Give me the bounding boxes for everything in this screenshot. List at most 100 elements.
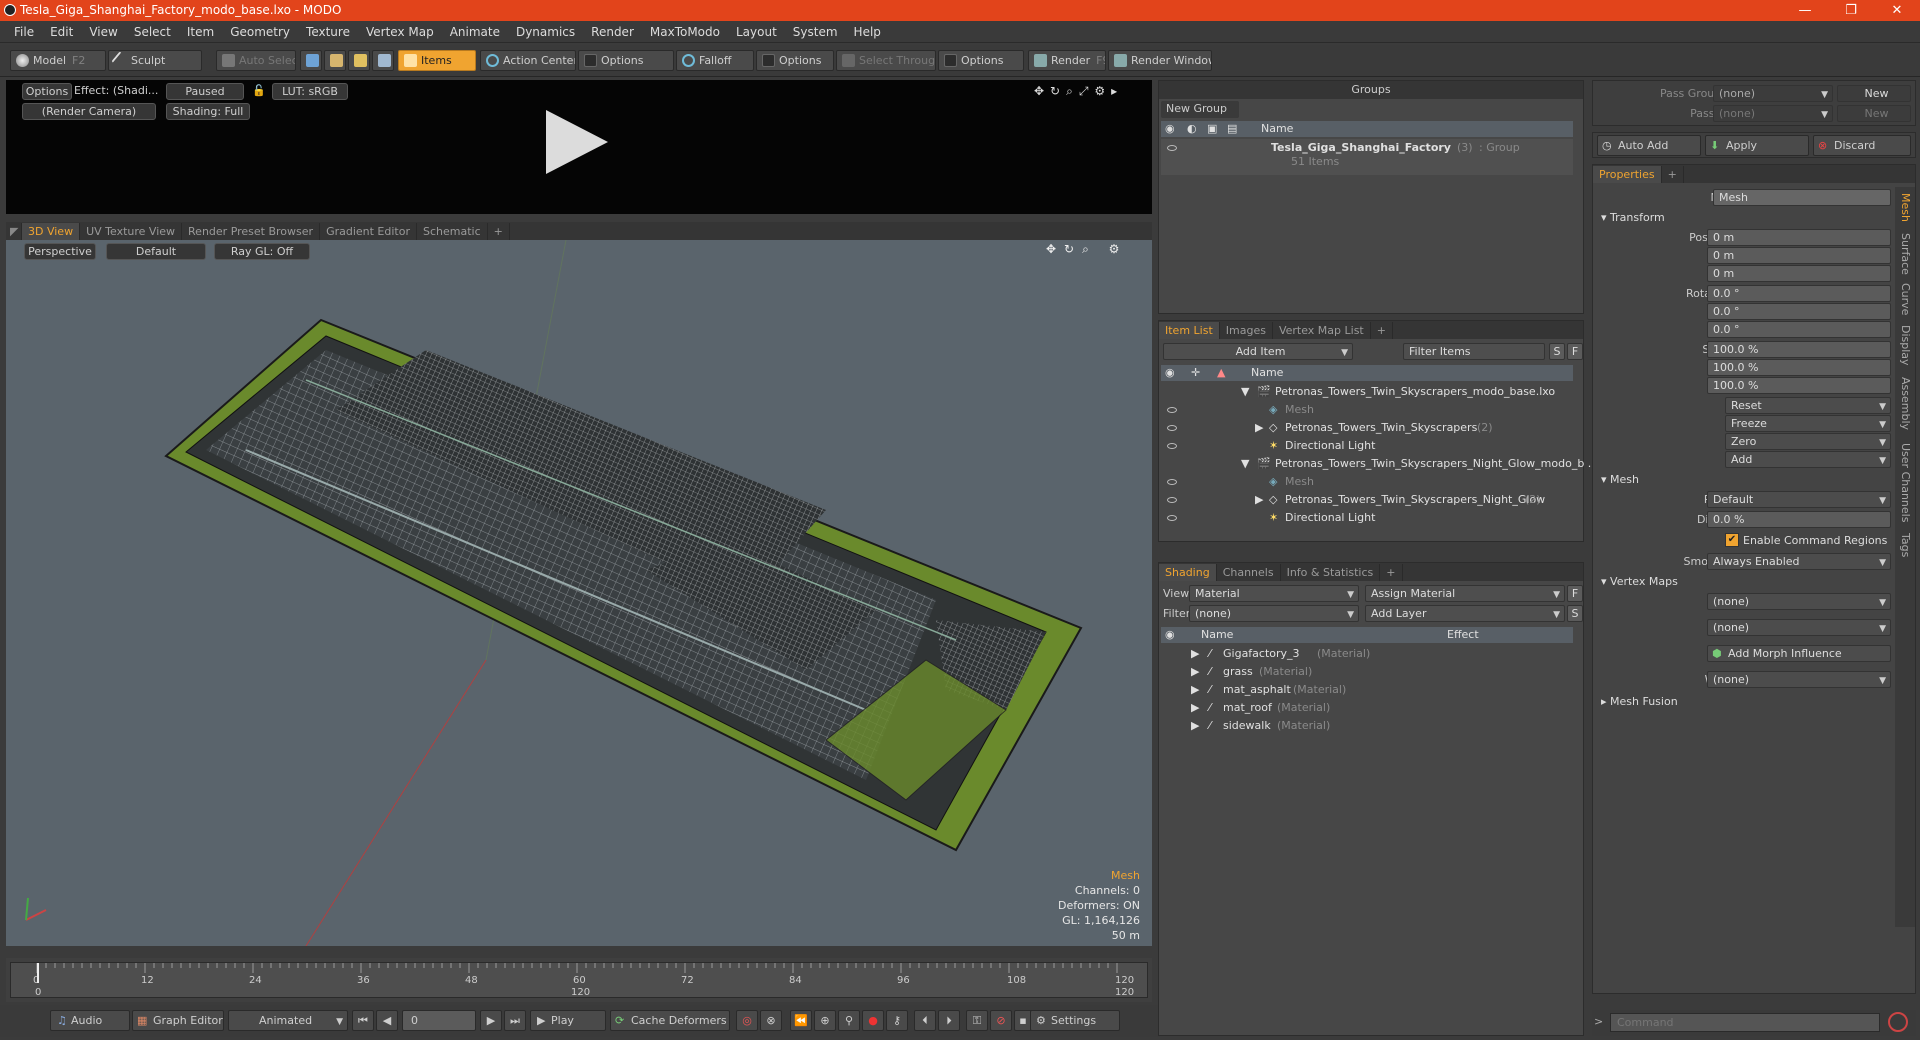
- perspective-dropdown[interactable]: Perspective: [24, 243, 96, 260]
- add-tab-button[interactable]: +: [488, 223, 510, 240]
- maximize-button[interactable]: ❐: [1828, 0, 1874, 21]
- reset-dropdown[interactable]: Reset ▼: [1725, 397, 1891, 414]
- dissolve-field[interactable]: 0.0 %: [1707, 511, 1891, 528]
- group-item-row[interactable]: ▶ ◇ Petronas_Towers_Twin_Skyscrapers_Night…: [1161, 491, 1573, 509]
- eye-icon[interactable]: [1167, 407, 1177, 413]
- auto-key-button[interactable]: ⚲: [838, 1010, 860, 1031]
- smoothing-dropdown[interactable]: Always Enabled ▼: [1707, 553, 1891, 570]
- prev-keyframe-button[interactable]: ⏴: [914, 1010, 936, 1031]
- side-tab-assembly[interactable]: Assembly: [1899, 377, 1912, 430]
- enable-command-regions-checkbox[interactable]: ✔: [1725, 533, 1739, 547]
- side-tab-display[interactable]: Display: [1899, 325, 1912, 366]
- menu-layout[interactable]: Layout: [728, 25, 785, 39]
- side-tab-tags[interactable]: Tags: [1899, 533, 1912, 557]
- delete-key-icon[interactable]: ⊘: [990, 1010, 1012, 1031]
- pass-groups-dropdown[interactable]: (none) ▼: [1713, 85, 1833, 102]
- minimize-button[interactable]: —: [1782, 0, 1828, 21]
- menu-animate[interactable]: Animate: [442, 25, 508, 39]
- menu-vertex-map[interactable]: Vertex Map: [358, 25, 442, 39]
- select-through-button[interactable]: Select Through: [836, 50, 936, 71]
- edges-mode-button[interactable]: [324, 50, 346, 71]
- select-through-options-button[interactable]: Options: [938, 50, 1024, 71]
- zero-dropdown[interactable]: Zero ▼: [1725, 433, 1891, 450]
- graph-editor-button[interactable]: ▦ Graph Editor: [132, 1010, 224, 1031]
- effect-dropdown[interactable]: Effect: (Shadi...: [74, 83, 158, 100]
- add-item-dropdown[interactable]: Add Item ▼: [1163, 343, 1353, 360]
- 3d-viewport[interactable]: [6, 240, 1152, 946]
- record-button[interactable]: ●: [862, 1010, 884, 1031]
- stop-icon[interactable]: [1888, 1012, 1908, 1032]
- add-morph-influence-button[interactable]: ⬢ Add Morph Influence: [1707, 645, 1891, 662]
- tab-properties[interactable]: Properties: [1593, 166, 1662, 183]
- raygl-dropdown[interactable]: Ray GL: Off: [214, 243, 310, 260]
- eye-icon[interactable]: [1167, 497, 1177, 503]
- animated-dropdown[interactable]: Animated ▼: [228, 1010, 348, 1031]
- tab-item-list[interactable]: Item List: [1159, 322, 1220, 339]
- menu-texture[interactable]: Texture: [298, 25, 358, 39]
- material-row[interactable]: ▶ ⁄ mat_roof (Material): [1161, 699, 1573, 717]
- eye-icon[interactable]: [1167, 479, 1177, 485]
- new-pass-button[interactable]: New: [1837, 105, 1911, 122]
- menu-dynamics[interactable]: Dynamics: [508, 25, 583, 39]
- tab-render-preset-browser[interactable]: Render Preset Browser: [182, 223, 321, 240]
- menu-select[interactable]: Select: [126, 25, 179, 39]
- menu-system[interactable]: System: [785, 25, 846, 39]
- menu-view[interactable]: View: [81, 25, 125, 39]
- rotation-z-field[interactable]: 0.0 °: [1707, 321, 1891, 338]
- mesh-row[interactable]: ◈ Mesh: [1161, 401, 1573, 419]
- record-key-icon[interactable]: ◎: [736, 1010, 758, 1031]
- side-tab-mesh[interactable]: Mesh: [1899, 193, 1912, 222]
- sculpt-button[interactable]: Sculpt: [108, 50, 202, 71]
- eye-icon[interactable]: [1167, 515, 1177, 521]
- cache-deformers-button[interactable]: ⟳ Cache Deformers: [610, 1010, 730, 1031]
- material-row[interactable]: ▶ ⁄ mat_asphalt (Material): [1161, 681, 1573, 699]
- add-layer-dropdown[interactable]: Add Layer ▼: [1365, 605, 1565, 622]
- render-dropdown[interactable]: Default ▼: [1707, 491, 1891, 508]
- new-group-button[interactable]: New Group: [1161, 101, 1239, 118]
- discard-button[interactable]: ⊗ Discard: [1813, 135, 1911, 156]
- add-tab-button[interactable]: +: [1371, 322, 1393, 339]
- play-icon[interactable]: [546, 110, 608, 174]
- materials-mode-button[interactable]: [372, 50, 394, 71]
- action-center-button[interactable]: Action Center: [480, 50, 576, 71]
- s-button[interactable]: S: [1567, 605, 1583, 622]
- action-center-options-button[interactable]: Options: [578, 50, 674, 71]
- key-filter-button[interactable]: ⚷: [886, 1010, 908, 1031]
- light-row[interactable]: ✶ Directional Light: [1161, 509, 1573, 527]
- view-dropdown[interactable]: Material ▼: [1189, 585, 1359, 602]
- menu-item[interactable]: Item: [179, 25, 222, 39]
- material-row[interactable]: ▶ ⁄ sidewalk (Material): [1161, 717, 1573, 735]
- side-tab-user-channels[interactable]: User Channels: [1899, 443, 1912, 522]
- polygons-mode-button[interactable]: [348, 50, 370, 71]
- weight-dropdown[interactable]: (none) ▼: [1707, 671, 1891, 688]
- key-all-button[interactable]: ⊕: [814, 1010, 836, 1031]
- eye-icon[interactable]: [1167, 443, 1177, 449]
- shading-dropdown[interactable]: Shading: Full: [166, 103, 250, 120]
- s-button[interactable]: S: [1549, 343, 1565, 360]
- settings-button[interactable]: ⚙ Settings: [1030, 1010, 1120, 1031]
- key-icon[interactable]: ⊗: [760, 1010, 782, 1031]
- eye-icon[interactable]: [1167, 425, 1177, 431]
- assign-material-dropdown[interactable]: Assign Material ▼: [1365, 585, 1565, 602]
- vertex-maps-section[interactable]: ▾ Vertex Maps: [1601, 575, 1678, 588]
- close-button[interactable]: ✕: [1874, 0, 1920, 21]
- add-tab-button[interactable]: +: [1380, 564, 1403, 581]
- paused-toggle[interactable]: Paused: [166, 83, 244, 100]
- passes-dropdown[interactable]: (none) ▼: [1713, 105, 1833, 122]
- light-row[interactable]: ✶ Directional Light: [1161, 437, 1573, 455]
- play-button[interactable]: ▶ Play: [530, 1010, 606, 1031]
- menu-edit[interactable]: Edit: [42, 25, 81, 39]
- go-start-button[interactable]: ⏮: [352, 1010, 374, 1031]
- viewport-nav-icons[interactable]: ✥↻⌕ ⚙: [1046, 242, 1150, 258]
- scene-row[interactable]: ▼ 🎬 Petronas_Towers_Twin_Skyscrapers_Night…: [1161, 455, 1598, 473]
- freeze-dropdown[interactable]: Freeze ▼: [1725, 415, 1891, 432]
- add-tab-button[interactable]: +: [1662, 166, 1684, 183]
- items-mode-button[interactable]: Items: [398, 50, 476, 71]
- eye-icon[interactable]: [1167, 145, 1177, 151]
- f-button[interactable]: F: [1567, 585, 1583, 602]
- tab-uv-texture-view[interactable]: UV Texture View: [80, 223, 183, 240]
- tab-gradient-editor[interactable]: Gradient Editor: [320, 223, 417, 240]
- keys-icon[interactable]: ⚿: [966, 1010, 988, 1031]
- new-pass-group-button[interactable]: New: [1837, 85, 1911, 102]
- timeline[interactable]: 0 12 24 36 48 60 72 84 96 108 120 0 120 …: [6, 958, 1152, 1002]
